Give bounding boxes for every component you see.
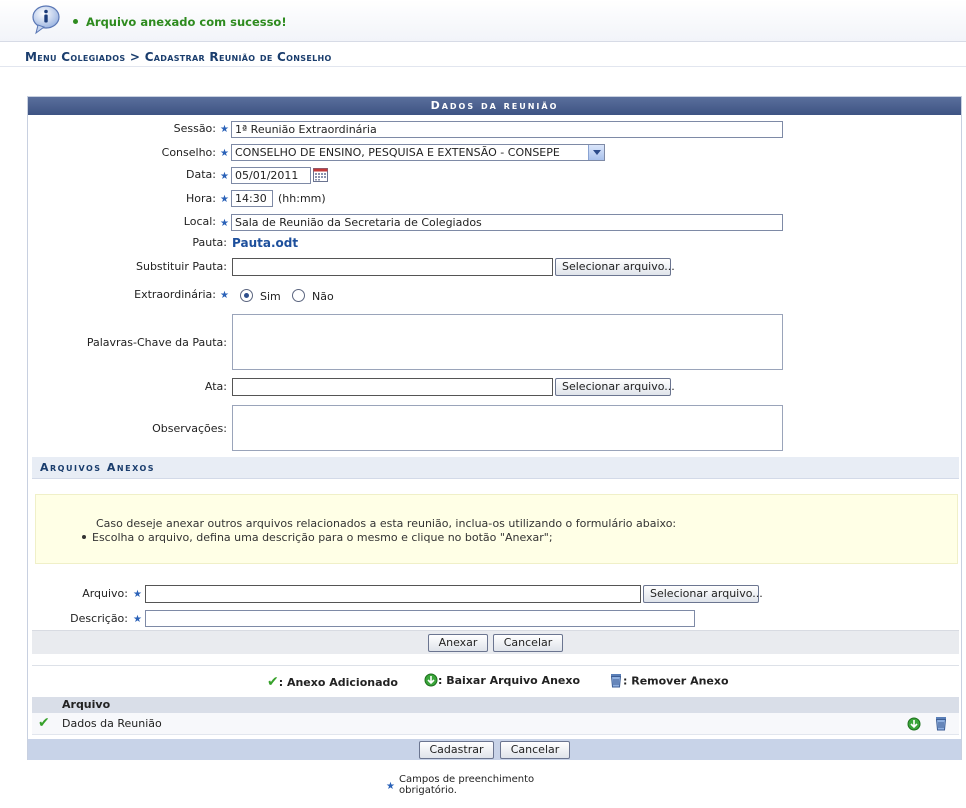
calendar-icon[interactable] (313, 167, 328, 182)
attachments-info-bullet: Escolha o arquivo, defina uma descrição … (82, 531, 553, 544)
required-star-icon: ★ (220, 194, 229, 205)
time-input[interactable]: 14:30 (231, 190, 273, 207)
required-note-line1: Campos de preenchimento (399, 774, 535, 785)
council-select-value: CONSELHO DE ENSINO, PESQUISA E EXTENSÃO … (235, 146, 560, 159)
required-star-icon: ★ (386, 781, 395, 792)
attachment-file-label: Arquivo: (82, 587, 128, 600)
attachments-section-title: Arquivos Anexos (32, 457, 959, 479)
required-star-icon: ★ (220, 124, 229, 135)
location-label: Local: (183, 215, 216, 228)
trash-icon[interactable] (934, 716, 948, 731)
check-icon: ✔ (267, 674, 279, 690)
extraordinary-yes-radio[interactable] (240, 289, 253, 302)
replace-agenda-label: Substituir Pauta: (135, 260, 227, 273)
extraordinary-yes-label: Sim (260, 290, 281, 303)
select-agenda-file-button[interactable]: Selecionar arquivo... (555, 258, 675, 276)
attachments-table-header: Arquivo (32, 697, 959, 713)
required-star-icon: ★ (220, 148, 229, 159)
location-input[interactable]: Sala de Reunião da Secretaria de Colegia… (231, 214, 783, 231)
extraordinary-no-radio[interactable] (292, 289, 305, 302)
info-icon (31, 4, 63, 36)
attachment-file-input[interactable] (145, 585, 641, 603)
chevron-down-icon[interactable] (588, 145, 604, 160)
breadcrumb: Menu Colegiados > Cadastrar Reunião de C… (0, 43, 966, 67)
legend-added: ✔: Anexo Adicionado (267, 674, 398, 690)
select-minutes-file-button[interactable]: Selecionar arquivo... (555, 378, 675, 396)
table-row: ✔ Dados da Reunião (32, 713, 959, 735)
time-format-hint: (hh:mm) (278, 192, 326, 205)
required-star-icon: ★ (220, 290, 229, 301)
legend-remove: : Remover Anexo (609, 674, 729, 689)
agenda-label: Pauta: (192, 236, 227, 249)
extraordinary-label: Extraordinária: (134, 288, 216, 301)
meeting-form-panel: Dados da reunião Sessão: ★ 1ª Reunião Ex… (27, 96, 962, 760)
legend-download: : Baixar Arquivo Anexo (424, 673, 580, 688)
attachment-button-bar: Anexar Cancelar (32, 630, 959, 654)
download-icon[interactable] (907, 717, 921, 731)
success-message: Arquivo anexado com sucesso! (73, 15, 287, 29)
time-label: Hora: (186, 192, 216, 205)
council-label: Conselho: (161, 146, 216, 159)
message-bar: Arquivo anexado com sucesso! (0, 0, 966, 42)
attachment-description-label: Descrição: (70, 612, 128, 625)
required-fields-note: ★ Campos de preenchimento obrigatório. (386, 774, 534, 796)
agenda-keywords-label: Palavras-Chave da Pauta: (86, 336, 227, 349)
bullet-icon (73, 19, 78, 24)
replace-agenda-file-input[interactable] (232, 258, 553, 276)
minutes-file-input[interactable] (232, 378, 553, 396)
panel-title: Dados da reunião (28, 97, 961, 115)
bullet-icon (82, 535, 86, 539)
trash-icon (609, 673, 623, 688)
required-note-line2: obrigatório. (399, 785, 457, 796)
extraordinary-no-label: Não (312, 290, 334, 303)
form-footer-bar: Cadastrar Cancelar (28, 739, 961, 760)
minutes-label: Ata: (204, 380, 227, 393)
required-star-icon: ★ (133, 589, 142, 600)
attachments-info-box: Caso deseje anexar outros arquivos relac… (35, 494, 958, 564)
cancel-attachment-button[interactable]: Cancelar (493, 634, 563, 652)
register-button[interactable]: Cadastrar (419, 741, 494, 759)
required-star-icon: ★ (220, 218, 229, 229)
cancel-button[interactable]: Cancelar (500, 741, 570, 759)
council-select[interactable]: CONSELHO DE ENSINO, PESQUISA E EXTENSÃO … (231, 144, 605, 161)
attach-button[interactable]: Anexar (428, 634, 488, 652)
agenda-keywords-textarea[interactable] (232, 314, 783, 370)
notes-label: Observações: (152, 422, 227, 435)
attachment-name: Dados da Reunião (62, 717, 162, 730)
required-star-icon: ★ (220, 171, 229, 182)
download-icon (424, 673, 438, 687)
session-label: Sessão: (173, 122, 216, 135)
attachment-description-input[interactable] (145, 610, 695, 627)
select-attachment-file-button[interactable]: Selecionar arquivo... (643, 585, 763, 603)
agenda-file-link[interactable]: Pauta.odt (232, 233, 298, 253)
notes-textarea[interactable] (232, 405, 783, 451)
date-label: Data: (186, 168, 216, 181)
session-input[interactable]: 1ª Reunião Extraordinária (231, 121, 783, 138)
date-input[interactable]: 05/01/2011 (231, 167, 311, 184)
icon-legend: ✔: Anexo Adicionado : Baixar Arquivo Ane… (32, 665, 959, 693)
attachments-info-text: Caso deseje anexar outros arquivos relac… (96, 517, 677, 530)
check-icon: ✔ (38, 715, 50, 731)
required-star-icon: ★ (133, 614, 142, 625)
